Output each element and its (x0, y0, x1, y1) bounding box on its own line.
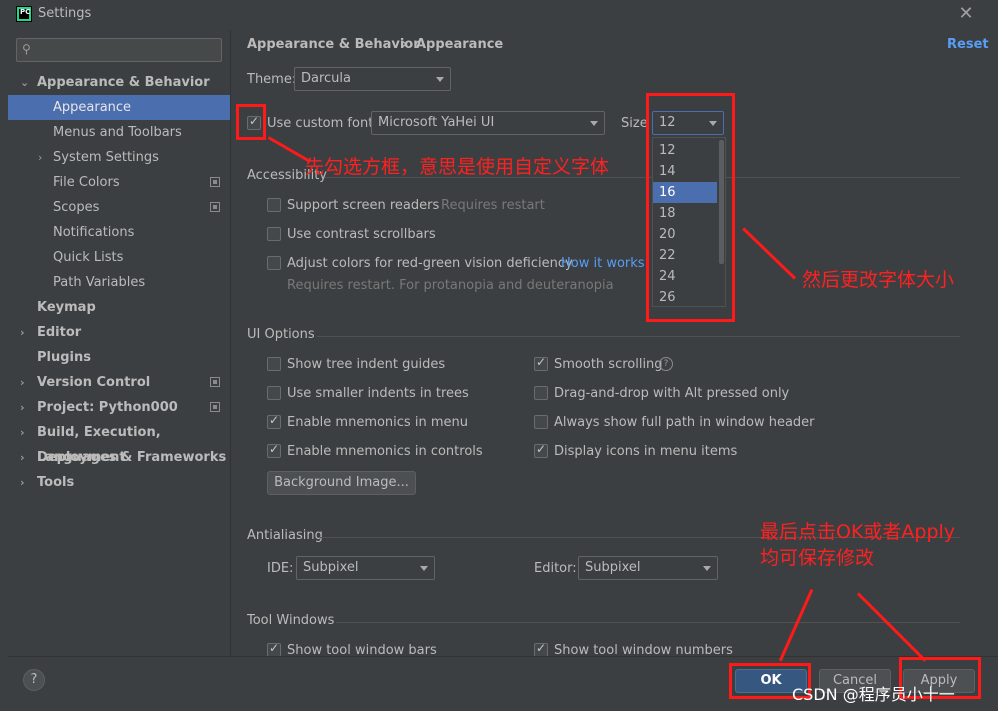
full-path-label: Always show full path in window header (554, 415, 815, 430)
chevron-right-icon: › (38, 151, 43, 164)
annotation-box-checkbox (236, 104, 266, 140)
sidebar-item-path-variables[interactable]: Path Variables (8, 270, 230, 295)
annotation-arrow (856, 592, 927, 662)
breadcrumb-separator: › (402, 37, 408, 52)
section-divider (317, 336, 960, 337)
ide-antialiasing-select[interactable]: Subpixel (296, 556, 435, 580)
tree-indent-checkbox[interactable] (267, 357, 281, 371)
sidebar-item-languages-frameworks[interactable]: › Languages & Frameworks (8, 445, 230, 470)
csdn-watermark: CSDN @程序员小十一 (792, 685, 955, 704)
annotation-box-size (646, 93, 735, 322)
chevron-right-icon: › (20, 426, 25, 439)
sidebar-item-keymap[interactable]: Keymap (8, 295, 230, 320)
chevron-down-icon (703, 566, 711, 571)
chevron-down-icon (590, 121, 598, 126)
smooth-scrolling-checkbox[interactable] (534, 355, 548, 371)
help-icon[interactable]: ? (659, 357, 673, 371)
chevron-right-icon: › (20, 476, 25, 489)
chevron-down-icon (420, 566, 428, 571)
annotation-step3-line1: 最后点击OK或者Apply (760, 521, 956, 543)
annotation-arrow (742, 227, 797, 280)
font-select[interactable]: Microsoft YaHei UI (371, 111, 605, 135)
smaller-indents-checkbox[interactable] (267, 386, 281, 400)
background-image-button[interactable]: Background Image... (267, 471, 416, 495)
ui-options-section-title: UI Options (247, 327, 315, 342)
requires-restart-note: Requires restart (441, 198, 545, 213)
mnemonics-menu-label: Enable mnemonics in menu (287, 415, 468, 430)
sidebar-item-editor[interactable]: › Editor (8, 320, 230, 345)
mnemonics-controls-label: Enable mnemonics in controls (287, 444, 483, 459)
sidebar-item-tools[interactable]: › Tools (8, 470, 230, 495)
tool-window-numbers-checkbox[interactable] (534, 641, 548, 657)
sidebar-item-appearance[interactable]: Appearance (8, 95, 230, 120)
annotation-step2: 然后更改字体大小 (802, 269, 955, 291)
tool-window-bars-checkbox[interactable] (267, 641, 281, 657)
ide-label: IDE: (267, 561, 294, 576)
screen-readers-label: Support screen readers (287, 198, 440, 213)
title-bar (0, 0, 998, 30)
chevron-right-icon: › (20, 376, 25, 389)
annotation-step3-line2: 均可保存修改 (760, 547, 875, 569)
sidebar-item-project[interactable]: › Project: Python000 (8, 395, 230, 420)
chevron-right-icon: › (20, 451, 25, 464)
project-scope-icon (210, 177, 220, 187)
help-button[interactable]: ? (23, 669, 45, 691)
window-title: Settings (38, 6, 92, 21)
annotation-arrow (778, 588, 814, 662)
sidebar-item-plugins[interactable]: Plugins (8, 345, 230, 370)
screen-readers-checkbox[interactable] (267, 198, 281, 212)
drag-drop-label: Drag-and-drop with Alt pressed only (554, 386, 790, 401)
breadcrumb-parent[interactable]: Appearance & Behavior (247, 37, 420, 52)
mnemonics-menu-checkbox[interactable] (267, 413, 281, 429)
display-icons-label: Display icons in menu items (554, 444, 738, 459)
sidebar-item-notifications[interactable]: Notifications (8, 220, 230, 245)
settings-search-input[interactable]: ⚲ (16, 38, 222, 62)
theme-select[interactable]: Darcula (294, 67, 451, 91)
mnemonics-controls-checkbox[interactable] (267, 442, 281, 458)
drag-drop-checkbox[interactable] (534, 386, 548, 400)
section-divider (336, 622, 960, 623)
full-path-checkbox[interactable] (534, 415, 548, 429)
pycharm-logo-icon: PC (16, 6, 32, 22)
project-scope-icon (210, 377, 220, 387)
restart-protanopia-note: Requires restart. For protanopia and deu… (287, 278, 614, 293)
sidebar-item-quick-lists[interactable]: Quick Lists (8, 245, 230, 270)
size-label: Size (621, 116, 648, 131)
sidebar-item-file-colors[interactable]: File Colors (8, 170, 230, 195)
chevron-right-icon: › (20, 326, 25, 339)
breadcrumb-current: Appearance (416, 37, 504, 52)
how-it-works-link[interactable]: How it works (561, 256, 645, 271)
contrast-scrollbars-checkbox[interactable] (267, 227, 281, 241)
editor-label: Editor: (534, 561, 577, 576)
sidebar-item-build-execution[interactable]: › Build, Execution, Deployment (8, 420, 230, 465)
editor-antialiasing-select[interactable]: Subpixel (578, 556, 718, 580)
reset-link[interactable]: Reset (947, 37, 989, 52)
adjust-colors-label: Adjust colors for red-green vision defic… (287, 256, 573, 271)
chevron-down-icon: ⌄ (20, 76, 30, 89)
chevron-down-icon (436, 77, 444, 82)
sidebar-item-scopes[interactable]: Scopes (8, 195, 230, 220)
project-scope-icon (210, 202, 220, 212)
display-icons-checkbox[interactable] (534, 442, 548, 458)
sidebar-item-appearance-behavior[interactable]: ⌄ Appearance & Behavior (8, 70, 230, 95)
tool-windows-section-title: Tool Windows (247, 613, 335, 628)
project-scope-icon (210, 402, 220, 412)
sidebar-item-menus-toolbars[interactable]: Menus and Toolbars (8, 120, 230, 145)
contrast-scrollbars-label: Use contrast scrollbars (287, 227, 436, 242)
search-icon: ⚲ (22, 42, 31, 56)
close-icon[interactable]: ✕ (956, 4, 976, 24)
theme-label: Theme: (247, 72, 297, 87)
custom-font-label: Use custom font: (267, 116, 378, 131)
sidebar-item-version-control[interactable]: › Version Control (8, 370, 230, 395)
smaller-indents-label: Use smaller indents in trees (287, 386, 469, 401)
tree-indent-label: Show tree indent guides (287, 357, 446, 372)
chevron-right-icon: › (20, 401, 25, 414)
adjust-colors-checkbox[interactable] (267, 256, 281, 270)
antialiasing-section-title: Antialiasing (247, 528, 323, 543)
sidebar-item-system-settings[interactable]: › System Settings (8, 145, 230, 170)
annotation-step1: 先勾选方框，意思是使用自定义字体 (305, 156, 610, 178)
smooth-scrolling-label: Smooth scrolling (554, 357, 663, 372)
